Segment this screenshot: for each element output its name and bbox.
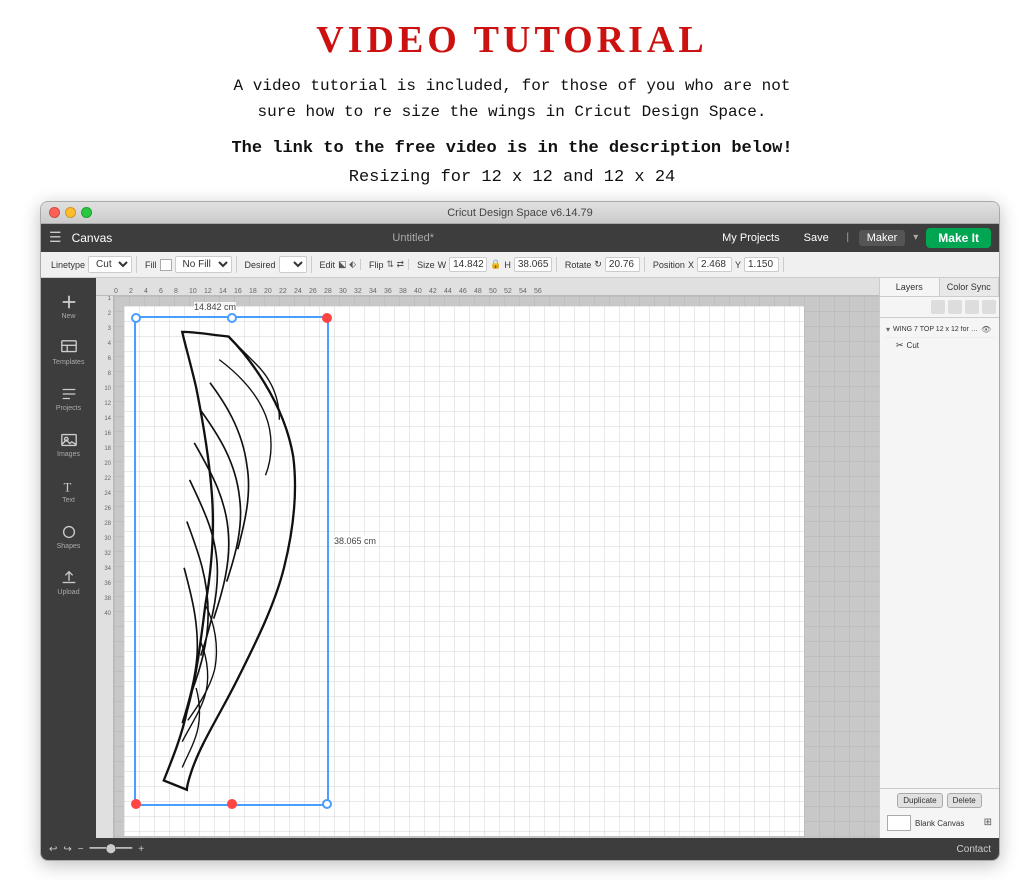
wing-svg bbox=[136, 321, 321, 796]
right-panel-tabs: Layers Color Sync bbox=[880, 278, 999, 297]
fill-color[interactable] bbox=[160, 259, 172, 271]
sidebar-shapes-tool[interactable]: Shapes bbox=[49, 516, 89, 556]
linetype-select[interactable]: Cut bbox=[88, 256, 132, 273]
toolbar-linetype: Linetype Cut bbox=[47, 256, 137, 273]
canvas-label: Canvas bbox=[72, 231, 113, 245]
window-buttons bbox=[49, 207, 92, 218]
desired-select[interactable] bbox=[279, 256, 307, 273]
link-text: The link to the free video is in the des… bbox=[40, 139, 984, 158]
make-it-btn[interactable]: Make It bbox=[926, 228, 991, 248]
panel-icon-4[interactable] bbox=[982, 300, 996, 314]
desired-label: Desired bbox=[245, 260, 276, 270]
layer-item-1[interactable]: ▾ WING 7 TOP 12 x 12 for cri... 👁 bbox=[884, 322, 995, 338]
hamburger-icon[interactable]: ☰ bbox=[49, 230, 62, 247]
panel-icon-2[interactable] bbox=[948, 300, 962, 314]
size-label-v: 38.065 cm bbox=[334, 536, 376, 546]
eye-icon[interactable]: 👁 bbox=[981, 325, 991, 334]
blank-canvas-rect bbox=[887, 815, 911, 831]
layers-section: ▾ WING 7 TOP 12 x 12 for cri... 👁 ✂ Cut bbox=[880, 318, 999, 357]
workspace: New Templates Projects bbox=[41, 278, 999, 838]
cricut-window: Cricut Design Space v6.14.79 ☰ Canvas Un… bbox=[40, 201, 1000, 861]
position-label: Position bbox=[653, 260, 685, 270]
toolbar-fill: Fill No Fill bbox=[141, 256, 237, 273]
title-bar: Cricut Design Space v6.14.79 bbox=[41, 202, 999, 224]
ruler-container: 0 2 4 6 8 10 12 14 16 18 20 22 24 26 bbox=[96, 278, 879, 838]
canvas-row: 1 2 3 4 6 8 10 12 14 16 18 20 22 24 bbox=[96, 296, 879, 838]
v-ruler: 1 2 3 4 6 8 10 12 14 16 18 20 22 24 bbox=[96, 296, 114, 838]
sidebar-upload-tool[interactable]: Upload bbox=[49, 562, 89, 602]
tab-title: Untitled* bbox=[392, 232, 434, 244]
dup-delete-btns: Duplicate Delete bbox=[884, 793, 995, 808]
left-sidebar: New Templates Projects bbox=[41, 278, 96, 838]
sidebar-templates-tool[interactable]: Templates bbox=[49, 332, 89, 372]
bottom-bar: ↩ ↪ − ━━━⬤━━━ + Contact bbox=[41, 838, 999, 860]
undo-btn[interactable]: ↩ bbox=[49, 844, 57, 855]
maximize-button[interactable] bbox=[81, 207, 92, 218]
layer-arrow-icon: ▾ bbox=[886, 325, 890, 334]
selection-handle-bc[interactable] bbox=[227, 799, 237, 809]
close-button[interactable] bbox=[49, 207, 60, 218]
rotate-input[interactable]: 20.76 bbox=[605, 257, 640, 272]
color-sync-tab[interactable]: Color Sync bbox=[940, 278, 1000, 296]
title-bar-text: Cricut Design Space v6.14.79 bbox=[447, 207, 593, 219]
blank-canvas-area: Blank Canvas ⊞ bbox=[884, 812, 995, 834]
page-container: VIDEO TUTORIAL A video tutorial is inclu… bbox=[0, 0, 1024, 881]
cut-label: ✂ Cut bbox=[884, 338, 995, 353]
duplicate-btn[interactable]: Duplicate bbox=[897, 793, 942, 808]
cut-icon: ✂ bbox=[896, 340, 904, 351]
resize-text: Resizing for 12 x 12 and 12 x 24 bbox=[40, 168, 984, 187]
delete-btn[interactable]: Delete bbox=[947, 793, 982, 808]
menu-bar-left: ☰ Canvas bbox=[49, 230, 112, 247]
toolbar-size: Size W 14.842 🔒 H 38.065 bbox=[413, 257, 557, 272]
sidebar-projects-tool[interactable]: Projects bbox=[49, 378, 89, 418]
linetype-label: Linetype bbox=[51, 260, 85, 270]
toolbar-edit: Edit ⬕ ⬖ bbox=[316, 259, 361, 270]
flip-label: Flip bbox=[369, 260, 384, 270]
zoom-in-btn[interactable]: + bbox=[138, 844, 144, 855]
toolbar-rotate: Rotate ↻ 20.76 bbox=[561, 257, 645, 272]
right-panel-bottom: Duplicate Delete Blank Canvas ⊞ bbox=[880, 788, 999, 838]
grid-icon[interactable]: ⊞ bbox=[984, 817, 992, 829]
height-input[interactable]: 38.065 bbox=[514, 257, 552, 272]
main-title: VIDEO TUTORIAL bbox=[40, 18, 984, 62]
size-label-h: 14.842 cm bbox=[194, 302, 236, 312]
maker-btn[interactable]: Maker bbox=[859, 230, 906, 246]
sidebar-new-tool[interactable]: New bbox=[49, 286, 89, 326]
canvas-area[interactable]: 14.842 cm 38.065 cm bbox=[114, 296, 879, 838]
minimize-button[interactable] bbox=[65, 207, 76, 218]
panel-icons bbox=[880, 297, 999, 318]
toolbar-position: Position X 2.468 Y 1.150 bbox=[649, 257, 784, 272]
ruler-marks-h: 0 2 4 6 8 10 12 14 16 18 20 22 24 26 bbox=[114, 288, 549, 295]
sidebar-text-tool[interactable]: T Text bbox=[49, 470, 89, 510]
toolbar-desired: Desired bbox=[241, 256, 312, 273]
menu-bar-right: My Projects Save | Maker ▾ Make It bbox=[714, 228, 991, 248]
right-panel: Layers Color Sync ▾ WING 7 TOP 12 x 12 f… bbox=[879, 278, 999, 838]
layers-tab[interactable]: Layers bbox=[880, 278, 940, 296]
save-btn[interactable]: Save bbox=[796, 230, 837, 246]
y-input[interactable]: 1.150 bbox=[744, 257, 779, 272]
rotate-label: Rotate bbox=[565, 260, 592, 270]
toolbar: Linetype Cut Fill No Fill Desired Edit bbox=[41, 252, 999, 278]
my-projects-btn[interactable]: My Projects bbox=[714, 230, 787, 246]
zoom-out-btn[interactable]: − bbox=[78, 844, 84, 855]
width-input[interactable]: 14.842 bbox=[449, 257, 487, 272]
subtitle-text: A video tutorial is included, for those … bbox=[40, 74, 984, 125]
size-label: Size bbox=[417, 260, 435, 270]
h-ruler: 0 2 4 6 8 10 12 14 16 18 20 22 24 26 bbox=[96, 278, 879, 296]
toolbar-flip: Flip ⇅ ⇄ bbox=[365, 259, 409, 270]
x-input[interactable]: 2.468 bbox=[697, 257, 732, 272]
contact-label: Contact bbox=[957, 844, 991, 855]
blank-canvas-label: Blank Canvas bbox=[915, 819, 964, 828]
fill-select[interactable]: No Fill bbox=[175, 256, 232, 273]
panel-icon-1[interactable] bbox=[931, 300, 945, 314]
fill-label: Fill bbox=[145, 260, 157, 270]
svg-text:T: T bbox=[63, 480, 71, 494]
redo-btn[interactable]: ↪ bbox=[63, 844, 71, 855]
menu-bar: ☰ Canvas Untitled* My Projects Save | Ma… bbox=[41, 224, 999, 252]
edit-label: Edit bbox=[320, 260, 336, 270]
sidebar-images-tool[interactable]: Images bbox=[49, 424, 89, 464]
layer-1-name: WING 7 TOP 12 x 12 for cri... bbox=[893, 326, 978, 333]
panel-icon-3[interactable] bbox=[965, 300, 979, 314]
